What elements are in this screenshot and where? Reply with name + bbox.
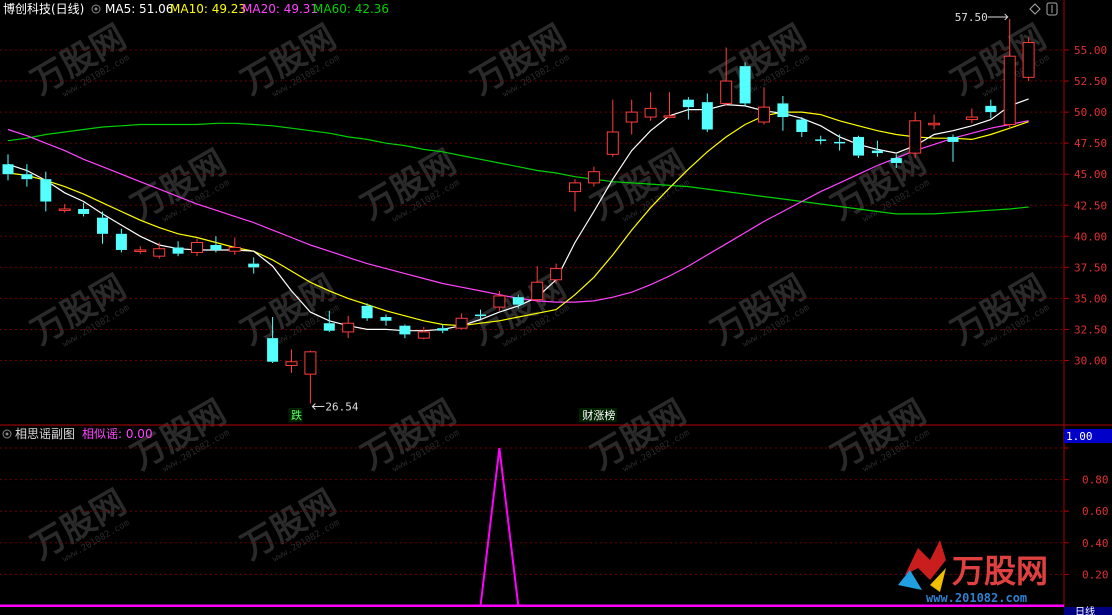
y-tick-label: 50.00 <box>1074 106 1107 119</box>
candle <box>909 112 922 159</box>
ma5-label: MA5: 51.06 <box>105 2 173 16</box>
high-price-label: 57.50 <box>955 11 988 24</box>
brand-name: 万股网 <box>952 552 1048 590</box>
candle <box>928 114 941 130</box>
stock-chart[interactable]: 万股网www.201082.com 万股网www.201082.com 万股网www… <box>0 0 1112 615</box>
y-tick-label: 37.50 <box>1074 261 1107 274</box>
candle <box>21 164 33 187</box>
candle <box>78 202 90 217</box>
candle <box>853 135 864 159</box>
y-tick-label: 35.00 <box>1074 292 1107 305</box>
y-tick-label: 55.00 <box>1074 44 1107 57</box>
brand-url: www.201082.com <box>926 591 1027 605</box>
diamond-icon[interactable] <box>1029 3 1041 15</box>
y-tick-label: 47.50 <box>1074 137 1107 150</box>
y-tick-label: 40.00 <box>1074 230 1107 243</box>
candle <box>985 99 997 119</box>
expand-icon[interactable] <box>1046 2 1058 16</box>
candle <box>739 62 751 106</box>
candle <box>437 324 449 334</box>
sub-y-tick-label: 0.80 <box>1082 474 1109 487</box>
sub-y-tick-label: 0.40 <box>1082 537 1109 550</box>
candle <box>701 93 713 132</box>
sub-title: 相思谣副图 <box>15 427 75 441</box>
candle <box>777 95 789 131</box>
candle <box>455 313 468 330</box>
sub-value-label: 相似谣: 0.00 <box>82 427 153 441</box>
y-tick-label: 42.50 <box>1074 199 1107 212</box>
candle <box>285 349 298 373</box>
current-value-text: 1.00 <box>1066 430 1093 443</box>
brand-logo: 万股网 www.201082.com <box>898 540 1048 605</box>
candle <box>531 266 544 303</box>
stock-title: 博创科技(日线) <box>3 1 84 16</box>
candle <box>380 314 392 326</box>
candle <box>606 99 619 157</box>
candle <box>644 92 657 121</box>
period-label[interactable]: 日线 <box>1075 605 1095 615</box>
similarity-line <box>8 447 1029 607</box>
sub-settings-icon[interactable] <box>2 429 12 439</box>
candle <box>758 87 770 125</box>
candle <box>625 99 638 135</box>
ma60-label: MA60: 42.36 <box>313 2 389 16</box>
candle <box>304 350 317 404</box>
price-axis-ticks: 55.00 52.50 50.00 47.50 45.00 42.50 40.00 37.50… <box>1064 44 1107 368</box>
ma20-label: MA20: 49.31 <box>242 2 318 16</box>
candle <box>134 246 147 254</box>
y-tick-label: 52.50 <box>1074 75 1107 88</box>
candle <box>587 166 600 187</box>
candle <box>834 134 846 151</box>
sub-axis-ticks: 0.20 0.40 0.60 0.80 <box>1064 447 1109 581</box>
y-tick-label: 45.00 <box>1074 168 1107 181</box>
candle <box>153 242 166 259</box>
signal-marker: 财涨榜 <box>582 408 615 422</box>
candle <box>965 108 978 124</box>
candle <box>2 154 14 181</box>
settings-icon[interactable] <box>91 4 101 14</box>
candle <box>172 241 184 257</box>
candle <box>342 315 355 339</box>
candle <box>947 134 959 162</box>
candle <box>248 257 260 274</box>
candle <box>361 303 373 321</box>
candle <box>796 117 808 137</box>
candle <box>682 97 694 120</box>
sub-y-tick-label: 0.60 <box>1082 505 1109 518</box>
sub-indicator-line <box>8 447 1029 607</box>
candle <box>191 238 203 257</box>
y-tick-label: 32.50 <box>1074 323 1107 336</box>
sub-y-tick-label: 0.20 <box>1082 568 1109 581</box>
y-tick-label: 30.00 <box>1074 355 1107 368</box>
candle <box>1022 37 1035 82</box>
candle <box>115 228 127 253</box>
candle <box>569 179 581 212</box>
candle <box>399 324 411 339</box>
signal-marker: 跌 <box>291 408 302 422</box>
ma10-label: MA10: 49.23 <box>170 2 246 16</box>
footer-bar <box>0 607 1112 615</box>
low-price-label: 26.54 <box>325 400 358 413</box>
candle <box>417 326 430 340</box>
